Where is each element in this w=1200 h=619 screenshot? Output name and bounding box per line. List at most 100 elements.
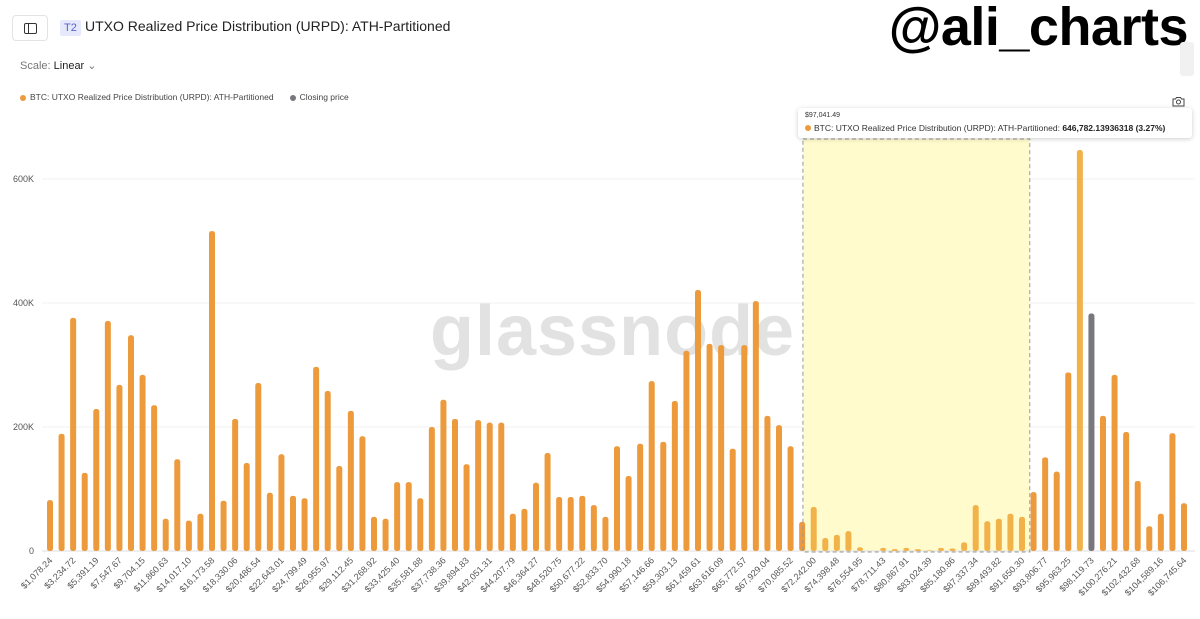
bar xyxy=(498,422,505,551)
bar xyxy=(810,506,817,551)
bar xyxy=(1065,372,1072,551)
bar xyxy=(174,459,181,551)
bar xyxy=(995,518,1002,551)
bar xyxy=(301,498,308,551)
bar xyxy=(857,547,863,551)
bar xyxy=(1042,457,1049,551)
bar xyxy=(1019,516,1025,551)
bar xyxy=(278,454,285,551)
bar xyxy=(706,343,713,551)
bar xyxy=(440,399,447,551)
bar xyxy=(405,482,412,551)
bar xyxy=(128,335,134,551)
bar xyxy=(290,495,296,551)
bar xyxy=(1123,431,1130,551)
bar xyxy=(729,448,736,551)
bar xyxy=(313,366,320,551)
closing-price-bar xyxy=(1088,313,1095,551)
tooltip: $97,041.49 BTC: UTXO Realized Price Dist… xyxy=(798,108,1192,138)
bar xyxy=(324,391,331,551)
bar xyxy=(845,531,852,551)
bar xyxy=(1169,433,1176,551)
bar xyxy=(637,443,644,551)
y-tick-label: 400K xyxy=(13,298,34,308)
bar xyxy=(336,466,343,551)
bar xyxy=(660,441,667,551)
bar xyxy=(1076,149,1083,552)
y-tick-label: 200K xyxy=(13,422,34,432)
bar xyxy=(903,547,910,551)
bar xyxy=(347,410,354,551)
bar xyxy=(880,547,887,551)
bar xyxy=(371,516,377,551)
bar xyxy=(1146,526,1153,551)
chart: 0200K400K600K$1,078.24$3,234.72$5,391.19… xyxy=(13,138,1195,598)
bar xyxy=(475,420,482,551)
bar xyxy=(104,320,111,551)
bar xyxy=(47,500,53,551)
bar xyxy=(1181,503,1187,551)
bar xyxy=(394,482,401,551)
bar xyxy=(151,405,158,551)
bar xyxy=(1134,480,1141,551)
bar xyxy=(162,518,169,551)
bar xyxy=(509,513,516,551)
bar xyxy=(266,492,273,551)
bar xyxy=(1111,374,1118,551)
bar xyxy=(359,436,366,551)
bar xyxy=(232,418,239,551)
bar xyxy=(671,400,678,551)
bar xyxy=(833,534,840,551)
bar xyxy=(116,384,123,551)
bar xyxy=(984,521,991,551)
bar xyxy=(417,498,424,551)
bar xyxy=(1053,471,1060,551)
bar xyxy=(533,482,539,551)
bar xyxy=(209,231,215,551)
y-tick-label: 600K xyxy=(13,174,34,184)
highlight-region xyxy=(802,139,1030,551)
bar xyxy=(938,547,944,551)
bar xyxy=(799,521,806,551)
bar xyxy=(556,497,563,551)
bar xyxy=(255,382,262,551)
bar xyxy=(683,350,690,551)
bar xyxy=(718,345,725,551)
bar xyxy=(521,508,528,551)
tooltip-series: BTC: UTXO Realized Price Distribution (U… xyxy=(814,123,1060,133)
bar xyxy=(382,518,389,551)
bar xyxy=(822,537,829,551)
bar xyxy=(926,550,933,551)
bar xyxy=(764,415,771,551)
tooltip-date: $97,041.49 xyxy=(805,112,841,119)
tooltip-line: BTC: UTXO Realized Price Distribution (U… xyxy=(805,123,1165,133)
bar xyxy=(463,464,470,551)
bar xyxy=(197,513,204,551)
bar xyxy=(972,505,979,551)
bar xyxy=(1007,513,1014,551)
bar xyxy=(648,381,655,551)
bar xyxy=(567,497,574,551)
bar xyxy=(602,516,609,551)
camera-icon xyxy=(1172,97,1185,107)
bar xyxy=(185,520,192,551)
bar xyxy=(961,542,968,551)
bar xyxy=(58,433,65,551)
tooltip-value: 646,782.13936318 (3.27%) xyxy=(1062,123,1166,133)
bar xyxy=(243,462,250,551)
bar xyxy=(614,446,620,551)
bar xyxy=(220,500,227,551)
bar xyxy=(428,427,435,551)
bar xyxy=(787,446,794,551)
bar xyxy=(1030,492,1037,551)
bar xyxy=(776,425,782,551)
bar xyxy=(544,453,551,551)
bar xyxy=(741,345,748,551)
bar xyxy=(139,374,146,551)
bar xyxy=(579,495,586,551)
bar xyxy=(1157,513,1164,551)
bar xyxy=(949,548,956,551)
bar xyxy=(891,549,898,551)
bar xyxy=(486,422,493,551)
bar xyxy=(752,301,759,551)
